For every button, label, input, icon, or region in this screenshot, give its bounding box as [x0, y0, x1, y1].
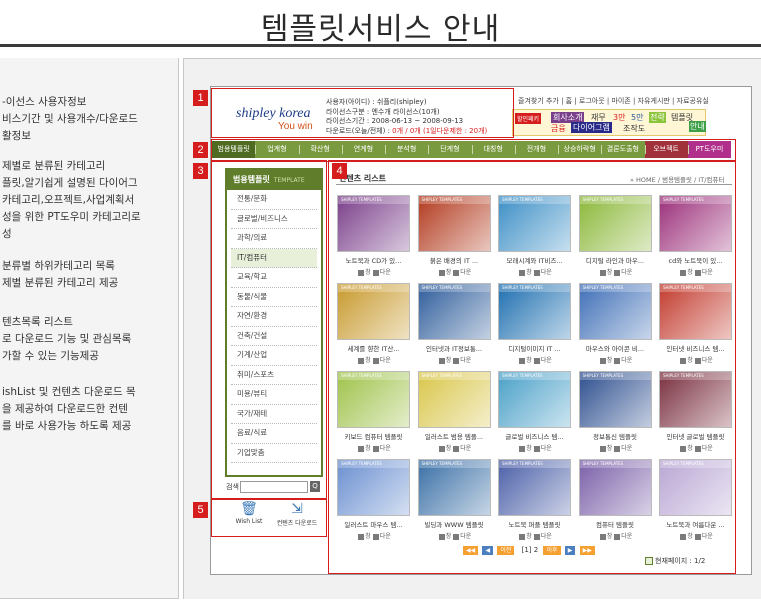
banner-word: 금융 — [551, 124, 566, 133]
banner-word: 안내 — [689, 121, 706, 132]
desc-line: 활정보 — [2, 130, 31, 142]
header-rule — [0, 44, 761, 47]
callout-marker-3: 3 — [193, 163, 208, 179]
description-panel: -이선스 사용자정보 비스기간 및 사용개수/다운로드 활정보 제별로 분류된 … — [0, 58, 179, 599]
desc-line: ishList 및 컨텐츠 다운로드 목 — [2, 386, 136, 398]
desc-line: 플릿,알기쉽게 설명된 다이어그 — [2, 177, 138, 189]
callout-box-4 — [328, 160, 736, 574]
desc-line: 분류별 하위카테고리 목록 — [2, 260, 115, 272]
desc-block-5: ishList 및 컨텐츠 다운로드 목 을 제공하여 다운로드한 컨텐 를 바… — [2, 384, 178, 435]
desc-line: 제별 분류된 카테고리 제공 — [2, 277, 119, 289]
desc-block-2: 제별로 분류된 카테고리 플릿,알기쉽게 설명된 다이어그 카테고리,오프젝트,… — [2, 158, 178, 243]
callout-box-5 — [211, 499, 327, 537]
desc-line: 을 제공하여 다운로드한 컨텐 — [2, 403, 128, 415]
page-header: 템플릿서비스 안내 — [0, 0, 761, 52]
desc-line: -이선스 사용자정보 — [2, 96, 87, 108]
desc-line: 비스기간 및 사용개수/다운로드 — [2, 113, 138, 125]
callout-marker-5: 5 — [193, 502, 208, 518]
desc-line: 로 다운로드 기능 및 관심목록 — [2, 333, 132, 345]
callout-box-2 — [211, 139, 736, 162]
banner-word: 5만 — [631, 113, 644, 122]
desc-line: 제별로 분류된 카테고리 — [2, 160, 106, 172]
desc-line: 성을 위한 PT도우미 카테고리로 — [2, 211, 141, 223]
callout-marker-4: 4 — [332, 163, 347, 179]
banner-word: 전략 — [649, 112, 666, 123]
desc-line: 를 바로 사용가능 하도록 제공 — [2, 420, 132, 432]
banner-word: 조작도 — [623, 124, 646, 133]
desc-line: 카테고리,오프젝트,사업계획서 — [2, 194, 135, 206]
desc-line: 가할 수 있는 기능제공 — [2, 350, 99, 362]
top-nav[interactable]: 즐겨찾기 추가 | 홈 | 로그아웃 | 마이존 | 자유게시판 | 자료공유실 — [518, 96, 709, 106]
desc-block-1: -이선스 사용자정보 비스기간 및 사용개수/다운로드 활정보 — [2, 94, 178, 145]
banner-word: 다이어그램 — [571, 122, 612, 133]
desc-line: 텐츠목록 리스트 — [2, 316, 73, 328]
callout-box-1 — [211, 88, 514, 138]
callout-marker-2: 2 — [193, 142, 208, 158]
callout-box-3 — [211, 160, 327, 499]
banner-tag: 할인패키 — [515, 113, 542, 124]
desc-line: 성 — [2, 228, 12, 240]
desc-block-3: 분류별 하위카테고리 목록 제별 분류된 카테고리 제공 — [2, 258, 178, 292]
page-title: 템플릿서비스 안내 — [260, 12, 501, 47]
banner-word: 3만 — [613, 113, 626, 122]
callout-marker-1: 1 — [193, 90, 208, 106]
desc-block-4: 텐츠목록 리스트 로 다운로드 기능 및 관심목록 가할 수 있는 기능제공 — [2, 314, 178, 365]
promo-banner[interactable]: 할인패키 회사소개 재무 3만 5만 전략 템플릿 안내 금융 다이어그램 조작… — [512, 109, 706, 136]
